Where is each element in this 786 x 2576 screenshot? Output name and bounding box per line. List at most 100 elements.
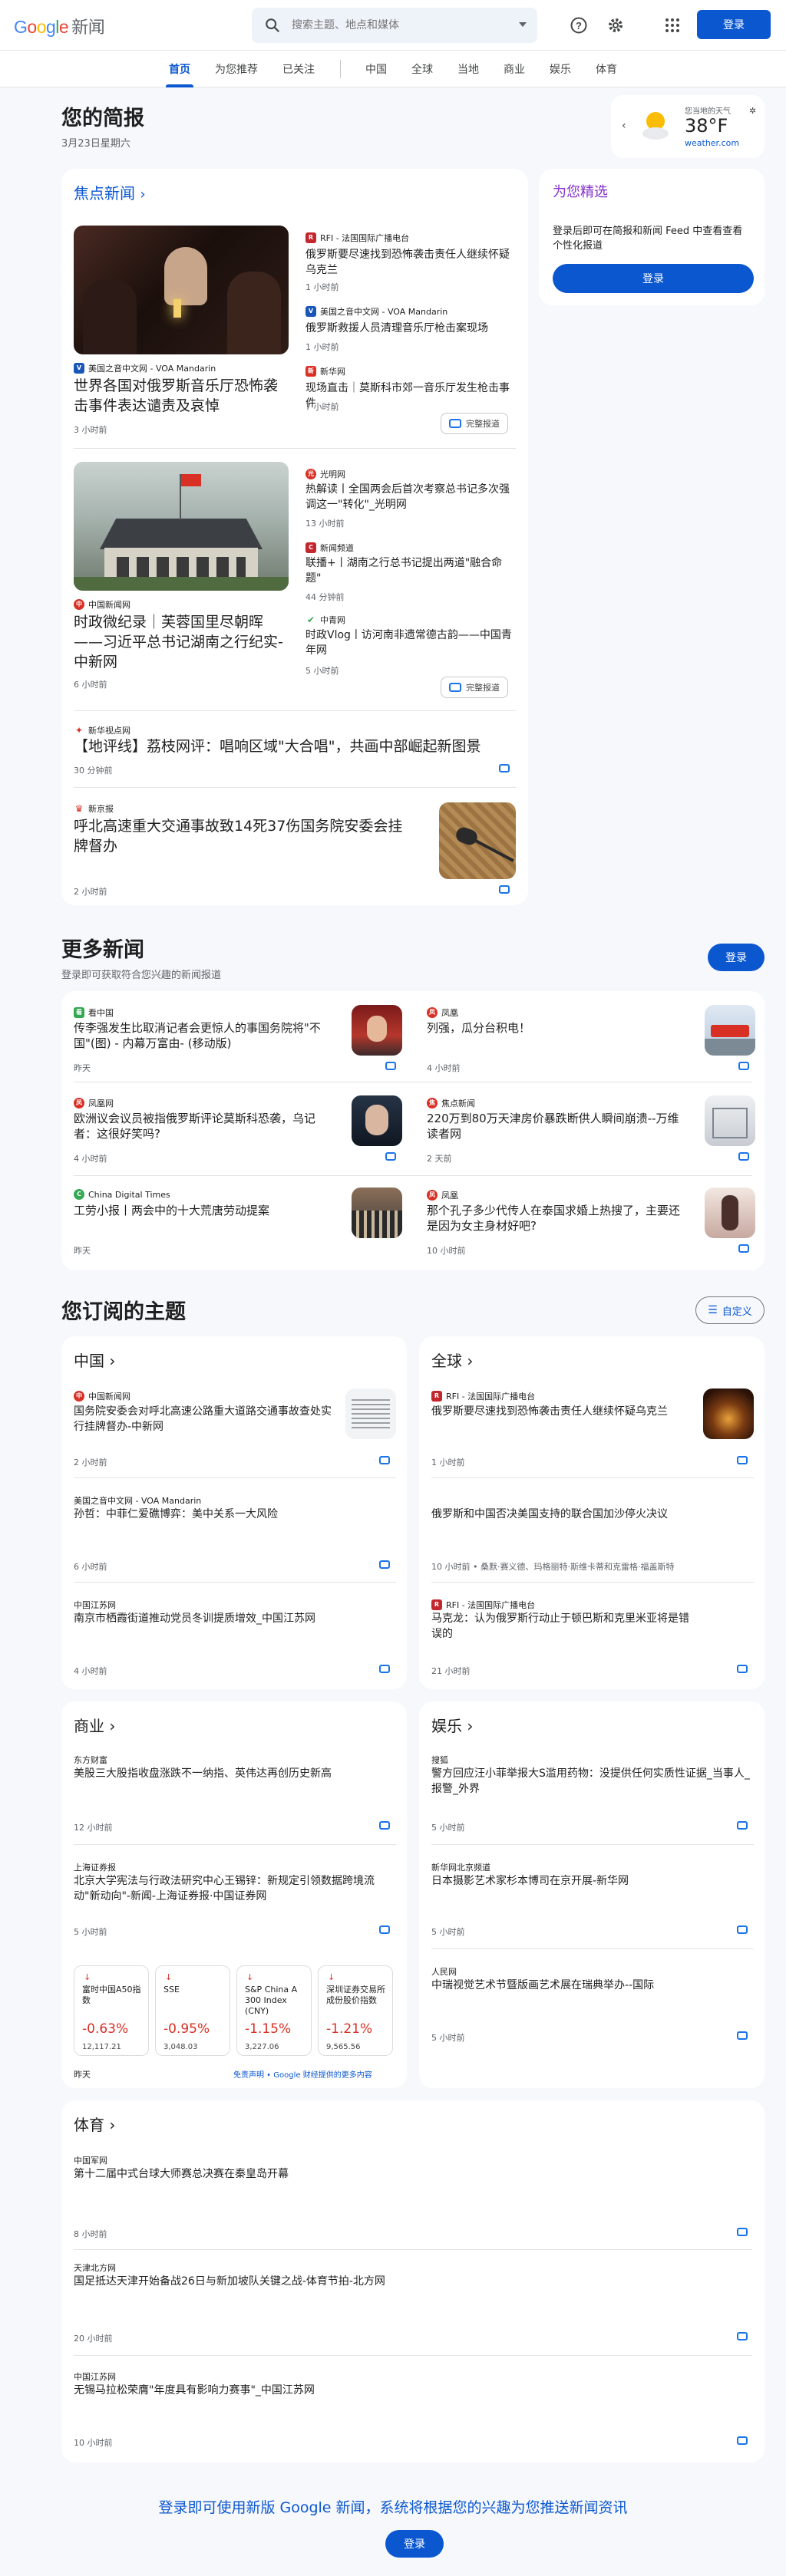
news-image[interactable]	[345, 1388, 396, 1439]
source-label[interactable]: 搜狐	[431, 1754, 448, 1766]
headline[interactable]: 【地评线】荔枝网评：唱响区域"大合唱"，共画中部崛起新图景	[74, 736, 519, 756]
topic-heading-entertainment[interactable]: 娱乐 ›	[431, 1714, 473, 1736]
topic-heading-china[interactable]: 中国 ›	[74, 1349, 115, 1371]
stock-card[interactable]: ↓ S&P China A 300 Index (CNY) -1.15% 3,227.…	[236, 1965, 312, 2056]
headline[interactable]: 中瑞视觉艺术节暨版画艺术展在瑞典举办--国际	[431, 1978, 754, 1993]
source-label[interactable]: ✦ 新华视点网	[74, 724, 130, 736]
full-coverage-icon[interactable]	[385, 1152, 396, 1161]
headline[interactable]: 列强，瓜分台积电！	[427, 1020, 688, 1036]
full-coverage-button[interactable]: 完整报道	[441, 413, 508, 434]
source-label[interactable]: 美国之音中文网 - VOA Mandarin	[74, 1494, 201, 1507]
source-label[interactable]: 中国江苏网	[74, 1599, 116, 1611]
full-coverage-icon[interactable]	[738, 1062, 749, 1070]
source-label[interactable]: 凤凤凰	[427, 1006, 458, 1019]
news-image[interactable]	[352, 1005, 402, 1056]
news-image[interactable]	[705, 1095, 755, 1146]
source-label[interactable]: R RFI - 法国国际广播电台	[305, 232, 409, 244]
news-image[interactable]	[703, 1388, 754, 1439]
headline[interactable]: 国足抵达天津开始备战26日与新加坡队关键之战-体育节拍-北方网	[74, 2274, 703, 2289]
weather-prev-icon[interactable]: ‹	[622, 120, 626, 132]
source-label[interactable]: 凤凤凰网	[74, 1097, 114, 1109]
picks-sign-in-button[interactable]: 登录	[553, 264, 754, 293]
topic-heading-sports[interactable]: 体育 ›	[74, 2113, 115, 2135]
source-label[interactable]: ✔ 中青网	[305, 614, 345, 626]
full-coverage-icon[interactable]	[737, 2228, 748, 2236]
weather-unit-icon[interactable]: ✲	[749, 106, 756, 116]
tab-sports[interactable]: 体育	[596, 61, 617, 77]
topic-heading-business[interactable]: 商业 ›	[74, 1714, 115, 1736]
headline[interactable]: 俄罗斯救援人员清理音乐厅枪击案现场	[305, 321, 514, 336]
tab-for-you[interactable]: 为您推荐	[215, 61, 258, 77]
customize-button[interactable]: ☰ 自定义	[695, 1296, 765, 1324]
headline[interactable]: 联播+丨湖南之行总书记提出两道"融合命题"	[305, 555, 514, 586]
full-coverage-icon[interactable]	[499, 885, 510, 894]
tab-china[interactable]: 中国	[365, 61, 387, 77]
headline[interactable]: 热解读丨全国两会后首次考察总书记多次强调这一"转化"_光明网	[305, 482, 514, 512]
headline[interactable]: 俄罗斯要尽速找到恐怖袭击责任人继续怀疑乌克兰	[431, 1404, 692, 1419]
source-label[interactable]: 人民网	[431, 1965, 457, 1978]
stock-card[interactable]: ↓ 深圳证券交易所成份股价指数 -1.21% 9,565.56	[318, 1965, 393, 2056]
full-coverage-icon[interactable]	[379, 1665, 390, 1673]
full-coverage-icon[interactable]	[737, 1456, 748, 1464]
source-label[interactable]: 中中国新闻网	[74, 1390, 130, 1402]
source-label[interactable]: R RFI - 法国国际广播电台	[431, 1599, 535, 1611]
tab-entertainment[interactable]: 娱乐	[550, 61, 571, 77]
tab-world[interactable]: 全球	[411, 61, 433, 77]
full-coverage-icon[interactable]	[379, 1925, 390, 1934]
headline[interactable]: 时政Vlog丨访河南非遗常德古韵——中国青年网	[305, 628, 514, 658]
headline[interactable]: 220万到80万天津房价暴跌断供人瞬间崩溃--万维读者网	[427, 1111, 688, 1141]
source-label[interactable]: 中国江苏网	[74, 2370, 116, 2383]
tab-business[interactable]: 商业	[504, 61, 525, 77]
full-coverage-icon[interactable]	[737, 2436, 748, 2445]
headline[interactable]: 工劳小报丨两会中的十大荒唐劳动提案	[74, 1203, 335, 1218]
help-icon[interactable]: ?	[570, 16, 588, 35]
source-label[interactable]: 新新华网	[305, 365, 345, 377]
google-news-logo[interactable]: Google 新闻	[14, 14, 105, 38]
source-label[interactable]: 光光明网	[305, 468, 345, 480]
finance-disclaimer-link[interactable]: 免责声明 • Google 财经提供的更多内容	[233, 2068, 372, 2080]
apps-grid-icon[interactable]	[663, 16, 682, 35]
weather-widget[interactable]: ‹ 您当地的天气 38°F weather.com ✲	[611, 95, 765, 158]
news-image[interactable]	[74, 226, 289, 354]
tab-home[interactable]: 首页	[169, 61, 190, 77]
search-box[interactable]	[252, 8, 537, 43]
full-coverage-icon[interactable]	[385, 1062, 396, 1070]
full-coverage-icon[interactable]	[737, 1925, 748, 1934]
full-coverage-icon[interactable]	[738, 1152, 749, 1161]
headline[interactable]: 时政微纪录｜芙蓉国里尽朝晖——习近平总书记湖南之行纪实-中新网	[74, 612, 290, 672]
source-label[interactable]: C 新闻频道	[305, 542, 354, 554]
full-coverage-icon[interactable]	[737, 2332, 748, 2340]
news-image[interactable]	[352, 1188, 402, 1238]
source-label[interactable]: 东方财富	[74, 1754, 107, 1766]
source-label[interactable]: C China Digital Times	[74, 1189, 170, 1200]
full-coverage-icon[interactable]	[737, 1665, 748, 1673]
source-label[interactable]: 凤凤凰	[427, 1189, 458, 1201]
headline[interactable]: 马克龙：认为俄罗斯行动止于顿巴斯和克里米亚将是错误的	[431, 1611, 692, 1642]
headline[interactable]: 无锡马拉松荣膺"年度具有影响力赛事"_中国江苏网	[74, 2383, 703, 2398]
topic-heading-world[interactable]: 全球 ›	[431, 1349, 473, 1371]
headline[interactable]: 警方回应汪小菲举报大S滥用药物：没提供任何实质性证据_当事人_报警_外界	[431, 1766, 754, 1797]
full-coverage-icon[interactable]	[738, 1244, 749, 1253]
source-label[interactable]: 上海证券报	[74, 1861, 116, 1873]
source-label[interactable]: 天津北方网	[74, 2261, 116, 2274]
headline[interactable]: 孙哲：中菲仁爱礁博弈：美中关系一大风险	[74, 1507, 381, 1522]
news-image[interactable]	[705, 1188, 755, 1238]
news-image[interactable]	[74, 462, 289, 591]
headline[interactable]: 国务院安委会对呼北高速公路重大道路交通事故查处实行挂牌督办-中新网	[74, 1404, 335, 1435]
source-label[interactable]: 中中国新闻网	[74, 598, 130, 611]
footer-sign-in-button[interactable]: 登录	[385, 2530, 444, 2558]
headline[interactable]: 俄罗斯和中国否决美国支持的联合国加沙停火决议	[431, 1507, 692, 1522]
headline[interactable]: 欧洲议会议员被指俄罗斯评论莫斯科恐袭，乌记者：这很好笑吗?	[74, 1111, 335, 1141]
full-coverage-icon[interactable]	[379, 1560, 390, 1569]
source-label[interactable]: 新华网北京频道	[431, 1861, 490, 1873]
headline[interactable]: 那个孔子多少代传人在泰国求婚上热搜了，主要还是因为女主身材好吧?	[427, 1203, 688, 1234]
source-label[interactable]: 焦焦点新闻	[427, 1097, 475, 1109]
headline[interactable]: 传李强发生比取消记者会更惊人的事国务院将"不国"(图) - 内幕万富由- (移动…	[74, 1020, 335, 1051]
full-coverage-icon[interactable]	[379, 1821, 390, 1830]
weather-source-link[interactable]: weather.com	[685, 138, 739, 148]
source-label[interactable]: R RFI - 法国国际广播电台	[431, 1390, 535, 1402]
full-coverage-icon[interactable]	[499, 764, 510, 772]
news-image[interactable]	[352, 1095, 402, 1146]
news-image[interactable]	[705, 1005, 755, 1056]
news-image[interactable]	[439, 802, 516, 879]
